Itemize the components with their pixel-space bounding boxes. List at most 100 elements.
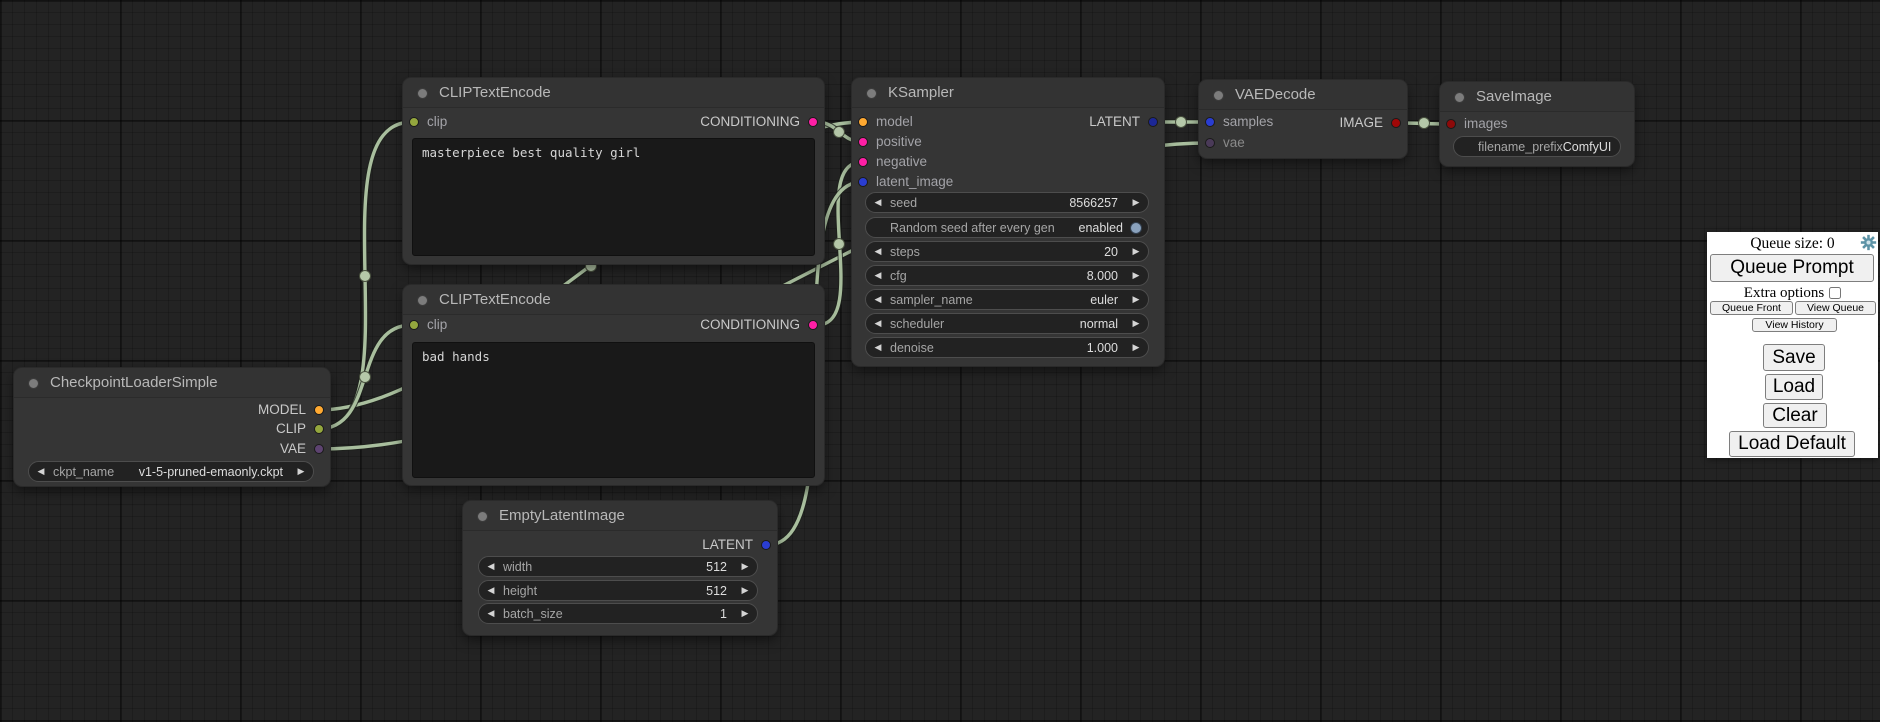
load-default-button[interactable]: Load Default — [1729, 431, 1855, 457]
node-title-bar[interactable]: CheckpointLoaderSimple — [14, 368, 330, 398]
decrement-arrow-icon[interactable]: ◀ — [479, 561, 503, 572]
prompt-textarea[interactable]: bad hands — [412, 342, 815, 478]
input-dot-samples[interactable] — [1205, 117, 1215, 127]
output-slot-clip: CLIP — [276, 421, 330, 437]
wire-midpoint-dot[interactable] — [834, 239, 845, 250]
input-dot-latent-image[interactable] — [858, 177, 868, 187]
node-empty-latent-image[interactable]: EmptyLatentImage LATENT ◀ width 512 ▶ ◀ … — [463, 501, 777, 635]
node-collapse-dot-icon[interactable] — [866, 88, 877, 99]
input-dot-negative[interactable] — [858, 157, 868, 167]
seed-widget[interactable]: ◀ seed 8566257 ▶ — [865, 192, 1149, 213]
ckpt-name-widget[interactable]: ◀ ckpt_name v1-5-pruned-emaonly.ckpt ▶ — [28, 461, 314, 482]
input-dot-clip[interactable] — [409, 117, 419, 127]
widget-value: euler — [1090, 293, 1124, 307]
increment-arrow-icon[interactable]: ▶ — [1124, 197, 1148, 208]
slot-label: CONDITIONING — [700, 317, 800, 332]
node-clip-text-encode-positive[interactable]: CLIPTextEncode clip CONDITIONING masterp… — [403, 78, 824, 264]
node-title-bar[interactable]: CLIPTextEncode — [403, 78, 824, 108]
output-dot-conditioning[interactable] — [808, 320, 818, 330]
slot-label: samples — [1223, 114, 1273, 129]
decrement-arrow-icon[interactable]: ◀ — [866, 294, 890, 305]
output-dot-latent[interactable] — [1148, 117, 1158, 127]
decrement-arrow-icon[interactable]: ◀ — [479, 608, 503, 619]
decrement-arrow-icon[interactable]: ◀ — [866, 342, 890, 353]
steps-widget[interactable]: ◀ steps 20 ▶ — [865, 241, 1149, 262]
view-queue-button[interactable]: View Queue — [1795, 301, 1876, 315]
wire-midpoint-dot[interactable] — [1419, 118, 1430, 129]
node-clip-text-encode-negative[interactable]: CLIPTextEncode clip CONDITIONING bad han… — [403, 285, 824, 485]
increment-arrow-icon[interactable]: ▶ — [733, 561, 757, 572]
wire-midpoint-dot[interactable] — [360, 372, 371, 383]
node-vae-decode[interactable]: VAEDecode samples vae IMAGE — [1199, 80, 1407, 158]
output-dot-clip[interactable] — [314, 424, 324, 434]
slot-label: IMAGE — [1339, 115, 1383, 130]
scheduler-widget[interactable]: ◀ scheduler normal ▶ — [865, 313, 1149, 334]
queue-prompt-button[interactable]: Queue Prompt — [1710, 254, 1874, 282]
load-button[interactable]: Load — [1765, 374, 1823, 400]
increment-arrow-icon[interactable]: ▶ — [733, 608, 757, 619]
decrement-arrow-icon[interactable]: ◀ — [866, 318, 890, 329]
increment-arrow-icon[interactable]: ▶ — [289, 466, 313, 477]
extra-options-checkbox[interactable] — [1829, 287, 1841, 299]
input-dot-vae[interactable] — [1205, 138, 1215, 148]
toggle-enabled-dot-icon[interactable] — [1130, 222, 1142, 234]
node-collapse-dot-icon[interactable] — [477, 511, 488, 522]
wire-midpoint-dot[interactable] — [1176, 117, 1187, 128]
slot-label: MODEL — [258, 402, 306, 417]
output-dot-latent[interactable] — [761, 540, 771, 550]
width-widget[interactable]: ◀ width 512 ▶ — [478, 556, 758, 577]
decrement-arrow-icon[interactable]: ◀ — [479, 585, 503, 596]
increment-arrow-icon[interactable]: ▶ — [1124, 270, 1148, 281]
input-dot-positive[interactable] — [858, 137, 868, 147]
node-ksampler[interactable]: KSampler model positive negative latent_… — [852, 78, 1164, 366]
node-save-image[interactable]: SaveImage images filename_prefix ComfyUI — [1440, 82, 1634, 166]
node-graph-canvas[interactable]: CheckpointLoaderSimple MODEL CLIP VAE ◀ … — [0, 0, 1880, 722]
output-dot-image[interactable] — [1391, 118, 1401, 128]
height-widget[interactable]: ◀ height 512 ▶ — [478, 580, 758, 601]
output-dot-vae[interactable] — [314, 444, 324, 454]
sampler-name-widget[interactable]: ◀ sampler_name euler ▶ — [865, 289, 1149, 310]
slot-label: vae — [1223, 135, 1245, 150]
node-title-bar[interactable]: KSampler — [852, 78, 1164, 108]
node-title-bar[interactable]: VAEDecode — [1199, 80, 1407, 110]
random-seed-toggle-widget[interactable]: Random seed after every gen enabled — [865, 217, 1149, 238]
increment-arrow-icon[interactable]: ▶ — [733, 585, 757, 596]
node-collapse-dot-icon[interactable] — [1213, 90, 1224, 101]
input-dot-images[interactable] — [1446, 119, 1456, 129]
decrement-arrow-icon[interactable]: ◀ — [866, 270, 890, 281]
node-collapse-dot-icon[interactable] — [28, 378, 39, 389]
widget-value: 512 — [706, 584, 733, 598]
output-dot-conditioning[interactable] — [808, 117, 818, 127]
save-button[interactable]: Save — [1763, 344, 1825, 371]
increment-arrow-icon[interactable]: ▶ — [1124, 342, 1148, 353]
denoise-widget[interactable]: ◀ denoise 1.000 ▶ — [865, 337, 1149, 358]
cfg-widget[interactable]: ◀ cfg 8.000 ▶ — [865, 265, 1149, 286]
input-dot-model[interactable] — [858, 117, 868, 127]
widget-value: v1-5-pruned-emaonly.ckpt — [139, 465, 289, 479]
node-collapse-dot-icon[interactable] — [417, 88, 428, 99]
node-title-bar[interactable]: SaveImage — [1440, 82, 1634, 112]
node-checkpoint-loader-simple[interactable]: CheckpointLoaderSimple MODEL CLIP VAE ◀ … — [14, 368, 330, 486]
node-collapse-dot-icon[interactable] — [1454, 92, 1465, 103]
decrement-arrow-icon[interactable]: ◀ — [29, 466, 53, 477]
wire-midpoint-dot[interactable] — [360, 271, 371, 282]
node-title-bar[interactable]: EmptyLatentImage — [463, 501, 777, 531]
output-dot-model[interactable] — [314, 405, 324, 415]
node-collapse-dot-icon[interactable] — [417, 295, 428, 306]
increment-arrow-icon[interactable]: ▶ — [1124, 246, 1148, 257]
increment-arrow-icon[interactable]: ▶ — [1124, 318, 1148, 329]
prompt-textarea[interactable]: masterpiece best quality girl — [412, 138, 815, 256]
widget-label: filename_prefix — [1478, 140, 1563, 154]
node-title-bar[interactable]: CLIPTextEncode — [403, 285, 824, 315]
filename-prefix-widget[interactable]: filename_prefix ComfyUI — [1453, 136, 1621, 157]
batch-size-widget[interactable]: ◀ batch_size 1 ▶ — [478, 603, 758, 624]
decrement-arrow-icon[interactable]: ◀ — [866, 197, 890, 208]
settings-gear-icon[interactable] — [1860, 234, 1877, 251]
queue-front-button[interactable]: Queue Front — [1710, 301, 1793, 315]
input-dot-clip[interactable] — [409, 320, 419, 330]
clear-button[interactable]: Clear — [1763, 403, 1827, 428]
wire-midpoint-dot[interactable] — [834, 127, 845, 138]
view-history-button[interactable]: View History — [1752, 318, 1837, 332]
decrement-arrow-icon[interactable]: ◀ — [866, 246, 890, 257]
increment-arrow-icon[interactable]: ▶ — [1124, 294, 1148, 305]
